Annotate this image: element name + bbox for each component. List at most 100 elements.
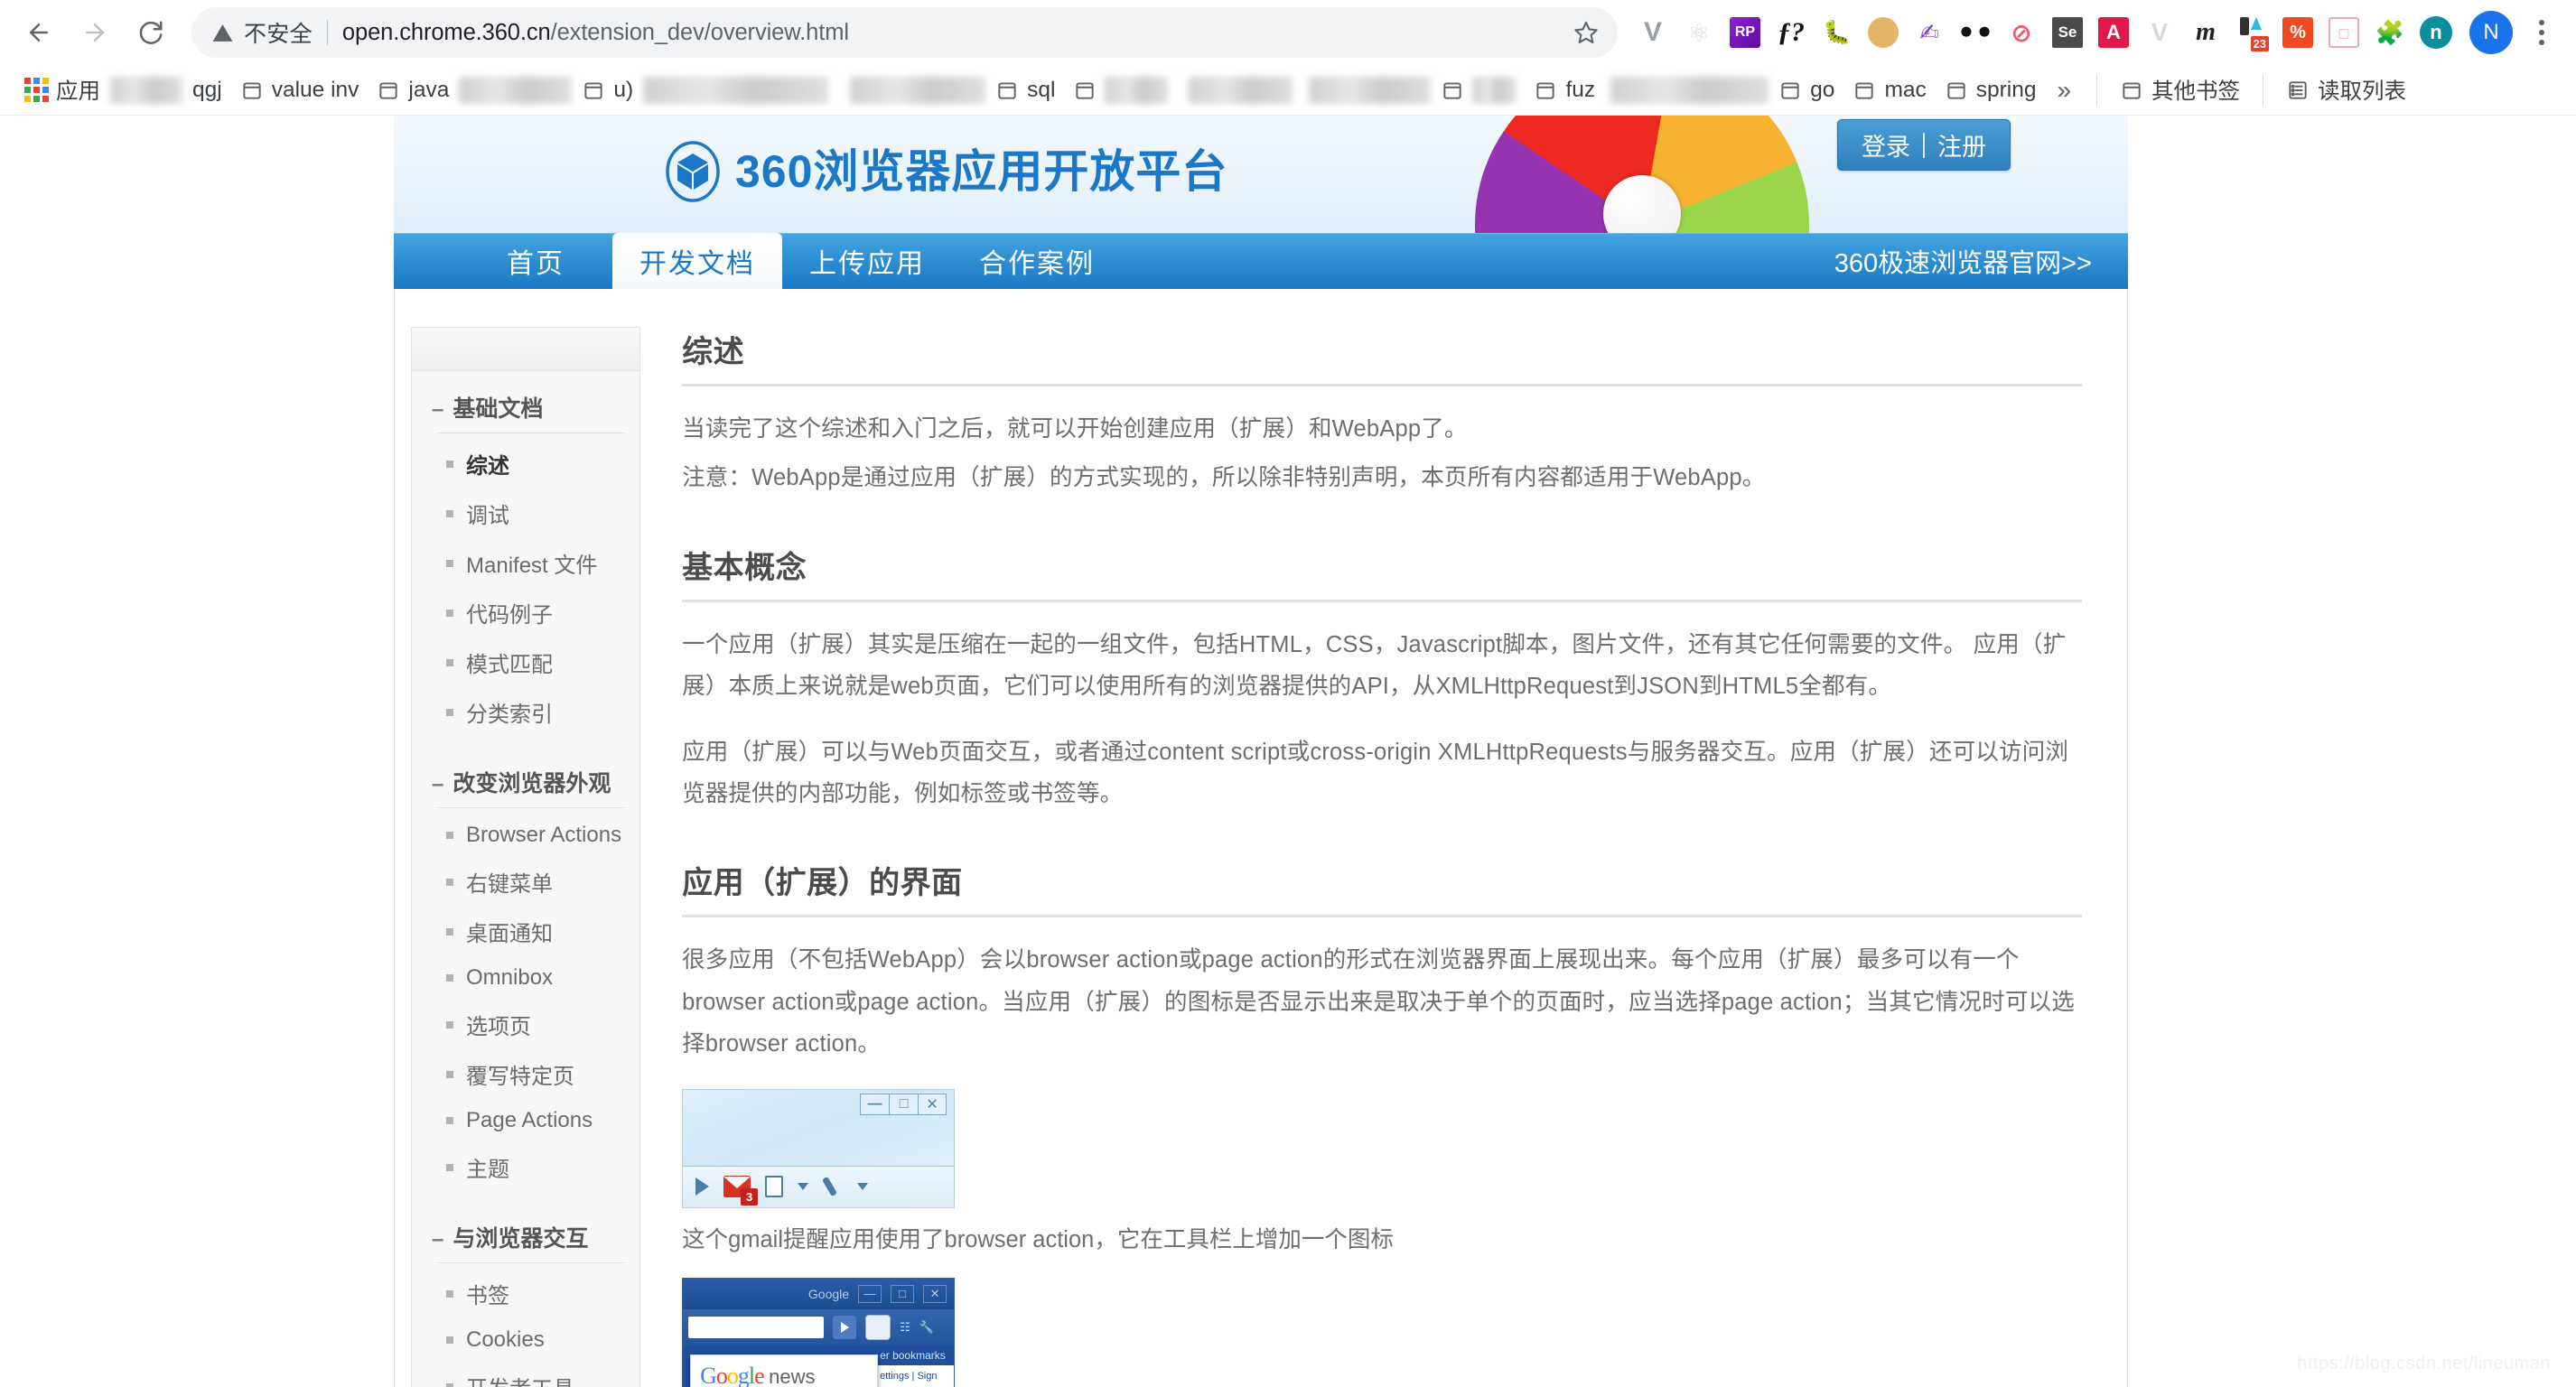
sidebar-item-code-samples[interactable]: 代码例子: [412, 588, 639, 638]
account-divider: [1923, 132, 1925, 158]
extension-selenium-icon[interactable]: Se: [2045, 10, 2090, 55]
extension-function-icon[interactable]: ƒ?: [1769, 10, 1814, 55]
bookmark-ux[interactable]: u): [574, 72, 641, 108]
overview-paragraph-2: 注意：WebApp是通过应用（扩展）的方式实现的，所以除非特别声明，本页所有内容…: [682, 465, 1766, 491]
extension-chevron-shield-icon[interactable]: V: [2137, 10, 2182, 55]
extension-rp-icon[interactable]: RP: [1722, 10, 1768, 55]
bookmark-star-icon[interactable]: [1563, 10, 1609, 55]
sidebar-item-manifest[interactable]: Manifest 文件: [412, 538, 639, 588]
gmail-browser-action-screenshot: — □ ✕ 3: [682, 1088, 956, 1208]
sidebar-item-cookies[interactable]: Cookies: [412, 1318, 639, 1362]
extension-block-shield-icon[interactable]: ⊘: [1999, 10, 2044, 55]
reading-list-button[interactable]: 读取列表: [2278, 69, 2414, 111]
chrome-menu-button[interactable]: [2520, 11, 2563, 54]
sidebar-item-override-pages[interactable]: 覆写特定页: [412, 1049, 639, 1099]
bookmark-blurred[interactable]: [643, 76, 829, 104]
extension-glasses-icon[interactable]: ⚫⚫: [1953, 10, 1998, 55]
collapse-minus-icon[interactable]: –: [432, 399, 443, 421]
sidebar-item-omnibox[interactable]: Omnibox: [412, 956, 639, 1000]
bookmark-other-bookmarks[interactable]: 其他书签: [2112, 69, 2248, 111]
sidebar-item-browser-actions[interactable]: Browser Actions: [412, 814, 639, 857]
sidebar-item-label: 桌面通知: [466, 922, 553, 946]
extension-n-circle-icon[interactable]: n: [2413, 10, 2459, 55]
register-link[interactable]: 注册: [1937, 127, 1986, 163]
sidebar-item-desktop-notifications[interactable]: 桌面通知: [412, 907, 639, 956]
official-site-link[interactable]: 360极速浏览器官网>>: [1834, 233, 2128, 289]
bookmark-blurred[interactable]: [1309, 76, 1432, 104]
back-button[interactable]: [13, 6, 65, 59]
sidebar-item-label: 综述: [466, 454, 509, 479]
extension-percent-icon[interactable]: %: [2275, 10, 2320, 55]
tab-upload-app[interactable]: 上传应用: [782, 233, 952, 289]
sidebar-item-category-index[interactable]: 分类索引: [412, 687, 639, 737]
sidebar-section-title[interactable]: – 与浏览器交互: [412, 1201, 639, 1262]
tab-home[interactable]: 首页: [459, 233, 612, 289]
sidebar-item-bookmarks[interactable]: 书签: [412, 1269, 639, 1318]
bookmark-blurred[interactable]: [110, 76, 182, 104]
minimize-icon: —: [858, 1284, 882, 1303]
site-header: 360浏览器应用开放平台 登录 注册: [394, 116, 2128, 302]
bullet-icon: [446, 460, 453, 468]
gmail-unread-badge: 3: [741, 1188, 759, 1206]
reading-list-label: 读取列表: [2318, 79, 2407, 104]
block-shield-icon: ⊘: [2011, 18, 2032, 47]
extension-v-icon[interactable]: V: [1630, 10, 1675, 55]
bookmark-qgj[interactable]: qgj: [184, 72, 230, 108]
tab-dev-docs[interactable]: 开发文档: [612, 233, 782, 289]
sidebar-cap: [412, 328, 640, 371]
extension-bug-icon[interactable]: 🐛: [1815, 10, 1860, 55]
bookmark-mac[interactable]: mac: [1844, 72, 1934, 108]
extension-cookie-icon[interactable]: [1861, 10, 1906, 55]
sidebar-item-options-page[interactable]: 选项页: [412, 1000, 639, 1049]
rp-icon: RP: [1730, 17, 1760, 48]
heading-overview: 综述: [682, 327, 2082, 386]
bookmark-sql[interactable]: sql: [987, 72, 1063, 108]
extension-puzzle-icon[interactable]: 🧩: [2367, 10, 2413, 55]
bookmark-blurred[interactable]: [1610, 76, 1769, 104]
reload-button[interactable]: [125, 6, 177, 59]
tab-case-studies[interactable]: 合作案例: [952, 233, 1122, 289]
bookmark-blurred[interactable]: [1433, 71, 1524, 109]
news-extension-icon: [865, 1314, 891, 1340]
bookmark-apps[interactable]: 应用: [16, 69, 108, 111]
bullet-icon: [446, 878, 453, 886]
sidebar-item-overview[interactable]: 综述: [412, 439, 639, 489]
sidebar-item-debug[interactable]: 调试: [412, 489, 639, 538]
collapse-minus-icon[interactable]: –: [432, 774, 443, 796]
avatar-initial: N: [2483, 20, 2499, 44]
bookmark-blurred[interactable]: [1065, 71, 1176, 109]
sidebar-section-label: 与浏览器交互: [453, 1226, 589, 1252]
extension-badge-23-icon[interactable]: 23: [2229, 10, 2274, 55]
sidebar-item-context-menu[interactable]: 右键菜单: [412, 857, 639, 907]
bookmark-fuz[interactable]: fuz: [1526, 72, 1603, 108]
site-logo[interactable]: 360浏览器应用开放平台: [665, 141, 1227, 202]
bookmark-blurred[interactable]: [850, 76, 986, 104]
avatar[interactable]: N: [2469, 11, 2513, 54]
extension-tv-icon[interactable]: ▢: [2321, 10, 2366, 55]
bookmarks-overflow-button[interactable]: »: [2046, 76, 2082, 105]
login-link[interactable]: 登录: [1862, 127, 1910, 163]
browser-toolbar: 不安全 open.chrome.360.cn/extension_dev/ove…: [0, 0, 2576, 65]
bookmark-blurred[interactable]: [459, 76, 573, 104]
bookmark-value-inv[interactable]: value inv: [232, 72, 368, 108]
bullet-icon: [446, 559, 453, 567]
extension-m-italic-icon[interactable]: m: [2183, 10, 2228, 55]
sidebar-item-page-actions[interactable]: Page Actions: [412, 1099, 639, 1142]
bookmark-go[interactable]: go: [1770, 72, 1843, 108]
bookmark-spring[interactable]: spring: [1937, 72, 2045, 108]
address-bar[interactable]: 不安全 open.chrome.360.cn/extension_dev/ove…: [191, 7, 1618, 58]
sidebar-section-title[interactable]: – 基础文档: [412, 371, 639, 433]
extension-react-icon[interactable]: ⚛: [1676, 10, 1722, 55]
extension-a-mark-icon[interactable]: A: [2091, 10, 2136, 55]
collapse-minus-icon[interactable]: –: [432, 1229, 443, 1251]
sidebar-section-title[interactable]: – 改变浏览器外观: [412, 746, 639, 807]
sidebar-item-match-patterns[interactable]: 模式匹配: [412, 638, 639, 687]
forward-button[interactable]: [69, 6, 121, 59]
basic-paragraph-2: 应用（扩展）可以与Web页面交互，或者通过content script或cros…: [682, 739, 2069, 807]
sidebar-item-devtools[interactable]: 开发者工具: [412, 1362, 639, 1387]
sidebar-item-themes[interactable]: 主题: [412, 1142, 639, 1192]
bookmark-java[interactable]: java: [369, 72, 457, 108]
extension-pen-icon[interactable]: ✍: [1907, 10, 1952, 55]
url-text[interactable]: open.chrome.360.cn/extension_dev/overvie…: [342, 20, 1563, 46]
bookmark-blurred[interactable]: [1189, 76, 1293, 104]
